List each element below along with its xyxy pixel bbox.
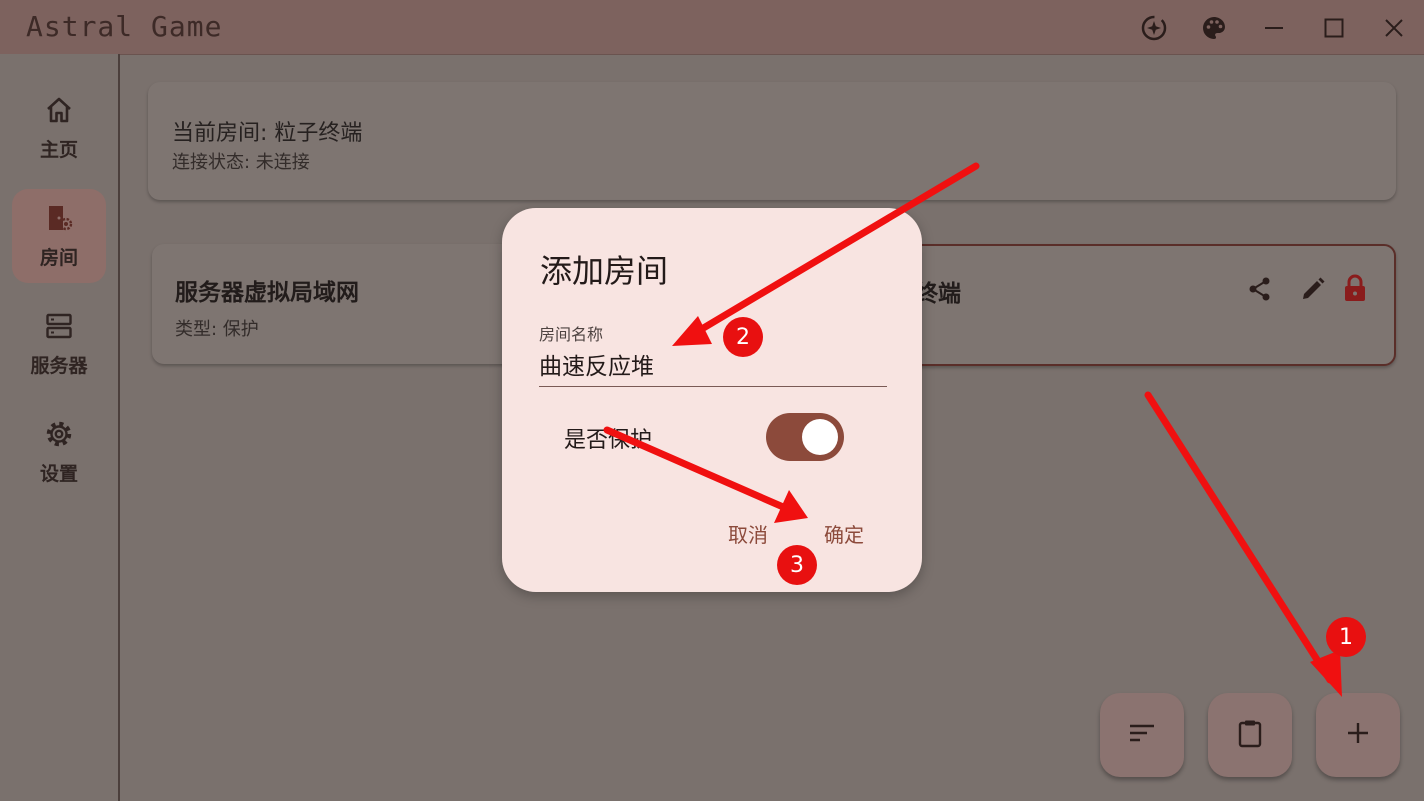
connection-status-text: 连接状态: 未连接 (172, 152, 310, 173)
annotation-badge-2: 2 (723, 317, 763, 357)
nav-item-servers[interactable]: 服务器 (12, 297, 106, 391)
cancel-button[interactable]: 取消 (728, 519, 768, 548)
navigation-rail: 主页 房间 服务器 设置 (0, 54, 120, 801)
sort-icon (1127, 718, 1157, 752)
server-icon (44, 311, 74, 345)
room-card-selected[interactable]: 终端 (880, 244, 1396, 366)
annotation-badge-3: 3 (777, 545, 817, 585)
minimize-icon[interactable] (1254, 8, 1294, 48)
dialog-title: 添加房间 (540, 252, 669, 290)
nav-label-settings: 设置 (39, 462, 78, 485)
input-underline (539, 386, 887, 387)
protect-switch-label: 是否保护 (564, 428, 653, 453)
lock-icon[interactable] (1343, 274, 1367, 306)
nav-label-rooms: 房间 (39, 246, 78, 269)
sparkle-refresh-icon[interactable] (1134, 8, 1174, 48)
room-name-field-label: 房间名称 (539, 325, 604, 344)
confirm-button[interactable]: 确定 (824, 519, 864, 548)
close-icon[interactable] (1374, 8, 1414, 48)
clipboard-button[interactable] (1208, 693, 1292, 777)
home-icon (44, 95, 74, 129)
toggle-knob (802, 419, 838, 455)
clipboard-icon (1235, 718, 1265, 752)
current-room-text: 当前房间: 粒子终端 (172, 121, 363, 146)
room-name: 服务器虚拟局域网 (175, 280, 359, 306)
nav-item-home[interactable]: 主页 (12, 81, 106, 175)
add-room-dialog: 添加房间 房间名称 曲速反应堆 是否保护 取消 确定 (502, 208, 922, 592)
room-status-card: 当前房间: 粒子终端 连接状态: 未连接 (148, 82, 1396, 200)
room-name-input[interactable]: 曲速反应堆 (539, 347, 654, 381)
settings-gear-icon (44, 419, 74, 453)
add-room-button[interactable] (1316, 693, 1400, 777)
room-card[interactable]: 服务器虚拟局域网 类型: 保护 (152, 244, 532, 364)
arrow-to-add-button (1144, 391, 1334, 684)
maximize-icon[interactable] (1314, 8, 1354, 48)
nav-item-rooms[interactable]: 房间 (12, 189, 106, 283)
share-icon[interactable] (1247, 276, 1273, 306)
annotation-badge-1: 1 (1326, 617, 1366, 657)
protect-toggle[interactable] (766, 413, 844, 461)
nav-label-home: 主页 (39, 138, 78, 161)
add-icon (1344, 719, 1372, 751)
palette-icon[interactable] (1194, 8, 1234, 48)
edit-icon[interactable] (1300, 276, 1326, 306)
room-door-gear-icon (44, 203, 74, 237)
sort-button[interactable] (1100, 693, 1184, 777)
nav-label-servers: 服务器 (30, 354, 88, 377)
arrowhead-1 (1310, 650, 1342, 697)
app-title: Astral Game (26, 10, 223, 43)
title-bar: Astral Game (0, 0, 1424, 54)
room-type: 类型: 保护 (175, 319, 259, 340)
nav-item-settings[interactable]: 设置 (12, 405, 106, 499)
